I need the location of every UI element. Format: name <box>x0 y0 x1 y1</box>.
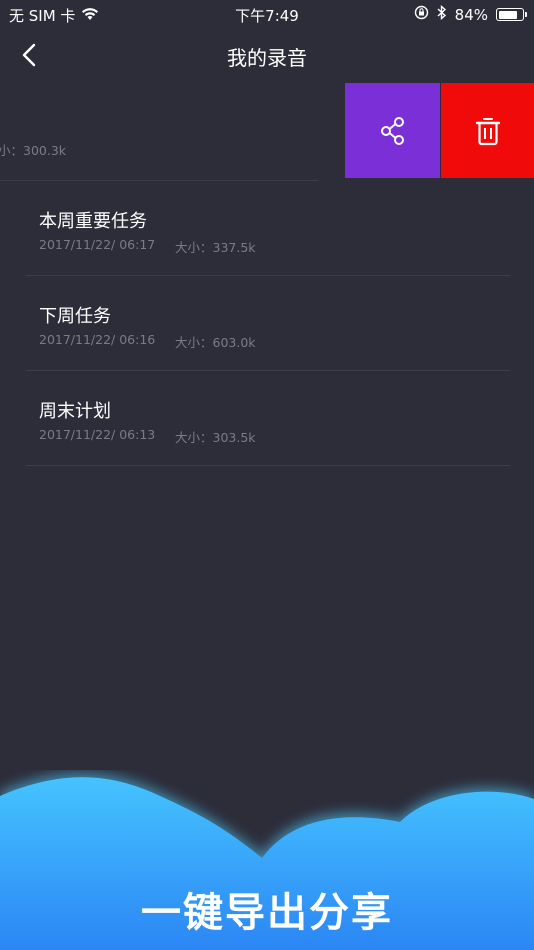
recording-row[interactable]: 周末计划 2017/11/22/ 06:13 大小：303.5k <box>0 371 534 466</box>
recording-row[interactable]: 下周任务 2017/11/22/ 06:16 大小：603.0k <box>0 276 534 371</box>
recording-size: 小：300.3k <box>0 143 67 158</box>
recording-date: 2017/11/22/ 06:16 <box>39 332 156 347</box>
recording-name: 下周任务 <box>39 306 111 327</box>
recording-date: 2017/11/22/ 06:17 <box>39 237 156 252</box>
share-button[interactable] <box>345 83 440 178</box>
recording-size: 大小：603.0k <box>175 335 256 350</box>
recording-date: 2017/11/22/ 06:13 <box>39 427 156 442</box>
orientation-lock-icon <box>414 5 429 24</box>
bluetooth-icon <box>437 4 447 24</box>
recording-size: 大小：303.5k <box>175 430 256 445</box>
banner-slogan: 一键导出分享 <box>141 890 393 936</box>
recording-name: 本周重要任务 <box>39 211 147 232</box>
row-divider <box>26 465 510 466</box>
recording-row[interactable]: 本周重要任务 2017/11/22/ 06:17 大小：337.5k <box>0 181 534 276</box>
recording-row-swiped[interactable]: 小：300.3k <box>0 82 345 181</box>
status-right: 84% <box>414 4 527 24</box>
page-title: 我的录音 <box>227 46 307 70</box>
recording-name: 周末计划 <box>39 401 111 422</box>
nav-bar: 我的录音 <box>0 28 534 82</box>
recording-size: 大小：337.5k <box>175 240 256 255</box>
battery-icon <box>496 8 527 21</box>
delete-button[interactable] <box>441 83 534 178</box>
promo-banner: 一键导出分享 <box>0 770 534 950</box>
share-icon <box>380 116 404 145</box>
status-bar: 无 SIM 卡 下午7:49 84% <box>0 0 534 28</box>
battery-percent: 84% <box>454 5 488 24</box>
trash-icon <box>475 117 500 145</box>
